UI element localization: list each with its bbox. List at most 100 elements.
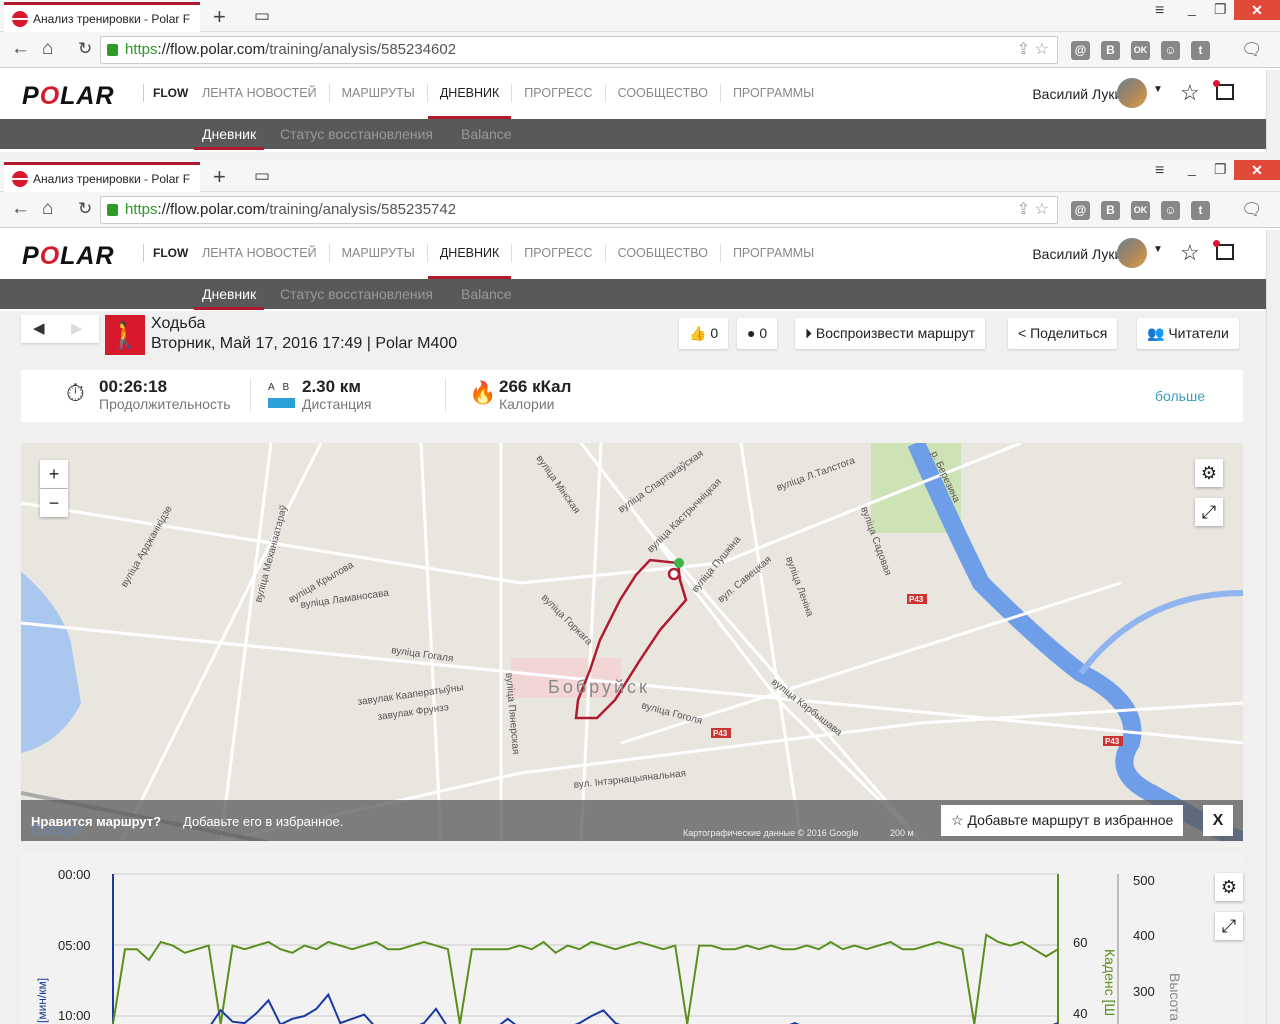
menu-icon[interactable]: ≡ [1155, 2, 1164, 20]
training-chart[interactable] [21, 853, 1243, 1024]
home-icon[interactable]: ⌂ [42, 38, 53, 60]
zoom-out-button[interactable]: − [40, 489, 68, 517]
menu-diary[interactable]: ДНЕВНИК [426, 84, 512, 119]
locate-icon[interactable]: ⚙ [1195, 459, 1223, 487]
pace-tick: 05:00 [58, 938, 91, 953]
route-start-marker[interactable] [674, 558, 684, 568]
menu-icon[interactable]: ≡ [1155, 162, 1164, 180]
subnav-diary[interactable]: Дневник [193, 286, 265, 310]
close-window-button[interactable]: ✕ [1234, 160, 1280, 180]
chevron-down-icon[interactable]: ▼ [1153, 84, 1163, 95]
scrollbar[interactable] [1266, 230, 1280, 1024]
add-favorite-button[interactable]: ☆ Добавьте маршрут в избранное [941, 805, 1184, 836]
chevron-down-icon[interactable]: ▼ [1153, 244, 1163, 255]
browser-tab[interactable]: Анализ тренировки - Polar F [4, 2, 200, 32]
address-bar-row: ← ⌂ ↻ https://flow.polar.com/training/an… [0, 32, 1280, 68]
comment-icon: ● [747, 325, 756, 341]
chart-fullscreen-icon[interactable]: ⤢ [1215, 912, 1243, 940]
favorites-star-icon[interactable]: ☆ [1180, 240, 1200, 266]
mail-ext-icon[interactable]: @ [1071, 41, 1090, 60]
ok-ext-icon[interactable]: OK [1131, 41, 1150, 60]
url-input[interactable]: https://flow.polar.com/training/analysis… [100, 196, 1058, 224]
restore-button[interactable]: ❐ [1214, 1, 1227, 18]
chart-settings-icon[interactable]: ⚙ [1215, 873, 1243, 901]
subnav-diary[interactable]: Дневник [193, 126, 265, 150]
route-end-marker[interactable] [667, 567, 681, 581]
avatar[interactable] [1117, 78, 1147, 108]
polar-logo[interactable]: POLAR [22, 242, 115, 271]
add-favorite-label: Добавьте маршрут в избранное [967, 812, 1174, 828]
ok-ext-icon[interactable]: OK [1131, 201, 1150, 220]
vk-ext-icon[interactable]: B [1101, 41, 1120, 60]
polar-logo[interactable]: POLAR [22, 82, 115, 111]
menu-diary[interactable]: ДНЕВНИК [426, 244, 512, 279]
new-tab-button[interactable]: + [213, 164, 226, 190]
next-activity-button[interactable]: ▶ [71, 319, 83, 337]
twitter-ext-icon[interactable]: t [1191, 201, 1210, 220]
minimize-button[interactable]: _ [1188, 0, 1196, 16]
like-button[interactable]: 👍 0 [679, 318, 729, 349]
fullscreen-icon[interactable]: ⤢ [1195, 498, 1223, 526]
new-tab-button[interactable]: + [213, 4, 226, 30]
back-icon[interactable]: ← [11, 38, 30, 60]
route-map[interactable]: Бобруйск вуліца Мінская вуліца Гогаля ву… [21, 443, 1243, 841]
menu-programs[interactable]: ПРОГРАММЫ [719, 84, 826, 102]
menu-community[interactable]: СООБЩЕСТВО [604, 84, 720, 102]
share-button[interactable]: < Поделиться [1008, 318, 1118, 349]
flow-label: FLOW [143, 244, 188, 262]
reload-icon[interactable]: ↻ [78, 39, 92, 59]
browser-tab[interactable]: Анализ тренировки - Polar F [4, 162, 200, 192]
map-street-label: вуліца Л.Талстога [775, 455, 857, 494]
duration-value: 00:26:18 [99, 377, 168, 396]
smile-ext-icon[interactable]: ☺ [1161, 201, 1180, 220]
restore-button[interactable]: ❐ [1214, 161, 1227, 178]
user-name[interactable]: Василий Лукин [1032, 246, 1130, 262]
more-link[interactable]: больше [1155, 388, 1205, 404]
menu-news[interactable]: ЛЕНТА НОВОСТЕЙ [190, 244, 329, 262]
url-input[interactable]: https://flow.polar.com/training/analysis… [100, 36, 1058, 64]
back-icon[interactable]: ← [11, 198, 30, 220]
comment-button[interactable]: ● 0 [737, 318, 778, 349]
menu-progress[interactable]: ПРОГРЕСС [511, 244, 604, 262]
menu-community[interactable]: СООБЩЕСТВО [604, 244, 720, 262]
user-name[interactable]: Василий Лукин [1032, 86, 1130, 102]
home-icon[interactable]: ⌂ [42, 198, 53, 220]
close-window-button[interactable]: ✕ [1234, 0, 1280, 20]
subnav-recovery[interactable]: Статус восстановления [280, 126, 433, 142]
menu-routes[interactable]: МАРШРУТЫ [328, 244, 427, 262]
scrollbar[interactable] [1266, 70, 1280, 152]
calories-label: Калории [499, 396, 555, 412]
map-street-label: вуліца Арджанікідзе [119, 504, 175, 590]
twitter-ext-icon[interactable]: t [1191, 41, 1210, 60]
followers-button[interactable]: 👥 Читатели [1137, 318, 1239, 349]
notifications-icon[interactable] [1213, 80, 1234, 100]
close-promo-button[interactable]: X [1203, 805, 1233, 836]
mail-ext-icon[interactable]: @ [1071, 201, 1090, 220]
menu-progress[interactable]: ПРОГРЕСС [511, 84, 604, 102]
share-star-icons[interactable]: ⇪ ☆ [1017, 197, 1049, 223]
menu-routes[interactable]: МАРШРУТЫ [328, 84, 427, 102]
tabs-overview-icon[interactable]: ▭ [254, 166, 270, 186]
favorites-star-icon[interactable]: ☆ [1180, 80, 1200, 106]
smile-ext-icon[interactable]: ☺ [1161, 41, 1180, 60]
play-route-button[interactable]: ⏵ Воспроизвести маршрут [795, 318, 986, 349]
subnav-balance[interactable]: Balance [461, 126, 512, 142]
chat-icon[interactable]: 🗨 [1241, 200, 1263, 220]
vk-ext-icon[interactable]: B [1101, 201, 1120, 220]
menu-news[interactable]: ЛЕНТА НОВОСТЕЙ [190, 84, 329, 102]
subnav-recovery[interactable]: Статус восстановления [280, 286, 433, 302]
prev-activity-button[interactable]: ◀ [33, 319, 45, 337]
favorite-promo-bar: Нравится маршрут? Добавьте его в избранн… [21, 800, 1243, 841]
minimize-button[interactable]: _ [1188, 160, 1196, 176]
notifications-icon[interactable] [1213, 240, 1234, 260]
share-star-icons[interactable]: ⇪ ☆ [1017, 37, 1049, 63]
reload-icon[interactable]: ↻ [78, 199, 92, 219]
zoom-in-button[interactable]: + [40, 460, 68, 488]
avatar[interactable] [1117, 238, 1147, 268]
subnav-balance[interactable]: Balance [461, 286, 512, 302]
menu-programs[interactable]: ПРОГРАММЫ [719, 244, 826, 262]
play-route-label: Воспроизвести маршрут [815, 325, 976, 341]
tabs-overview-icon[interactable]: ▭ [254, 6, 270, 26]
pace-tick: 00:00 [58, 867, 91, 882]
chat-icon[interactable]: 🗨 [1241, 40, 1263, 60]
